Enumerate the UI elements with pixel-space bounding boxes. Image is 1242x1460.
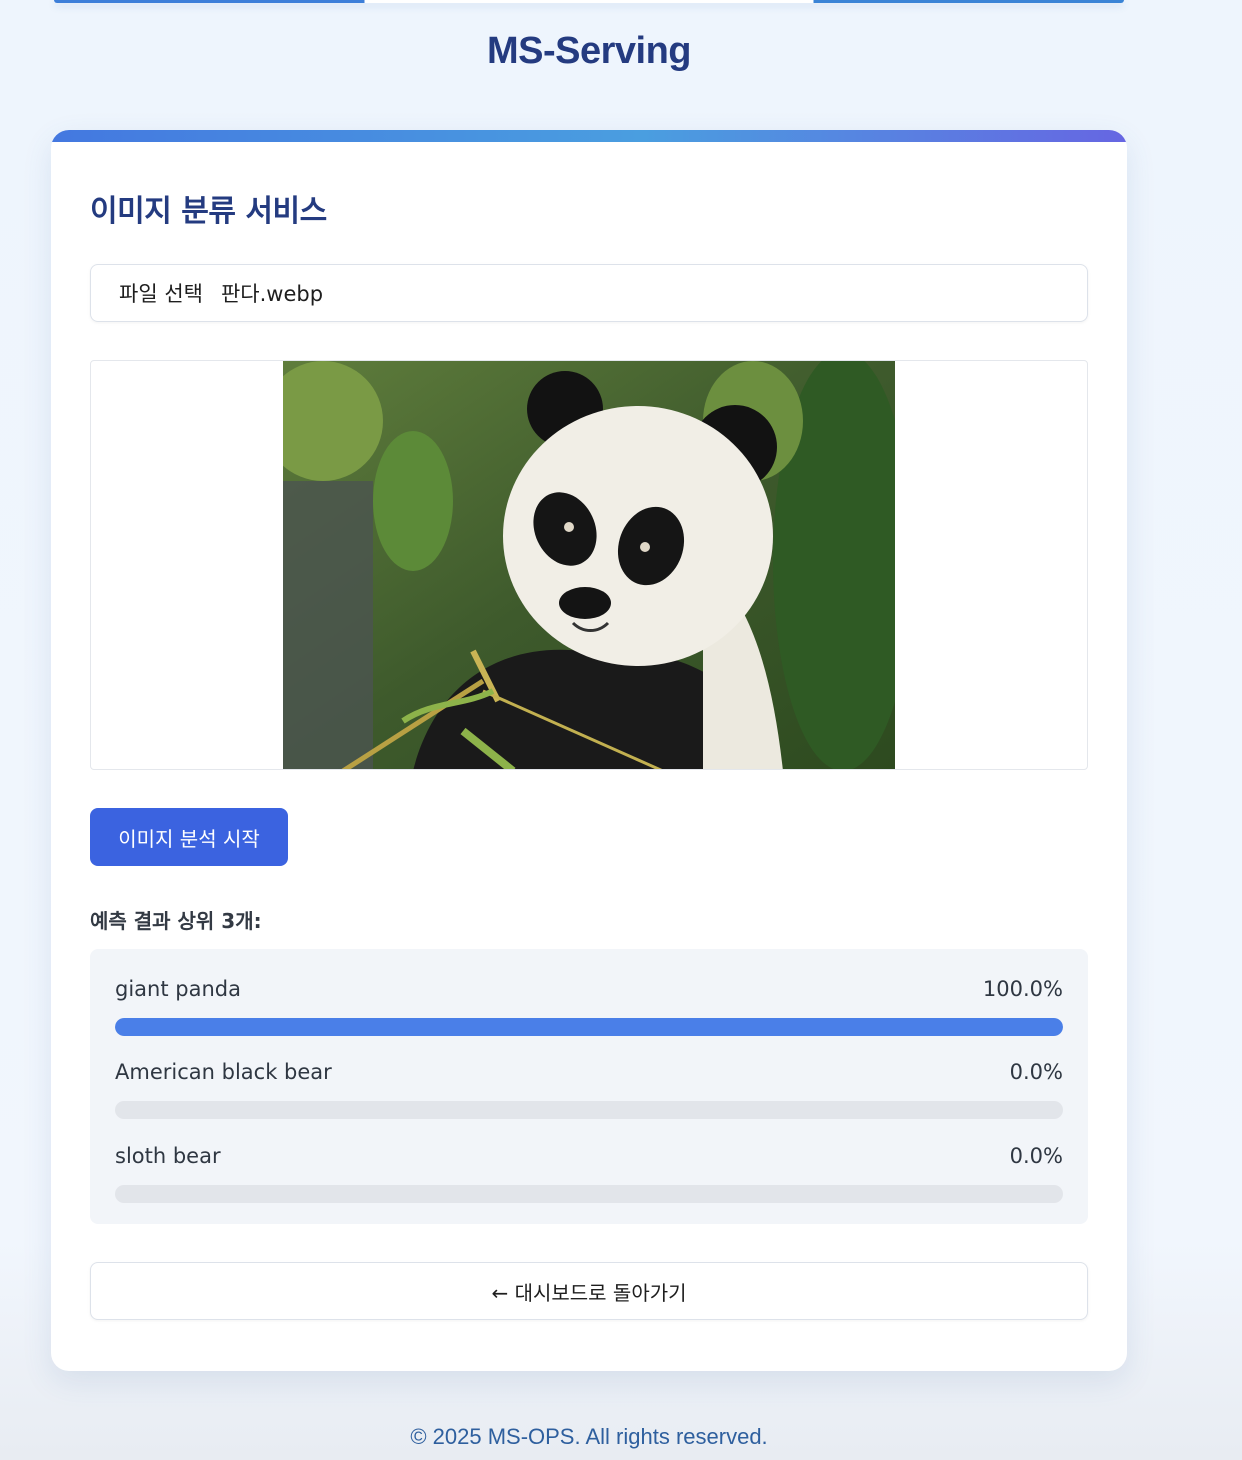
prediction-progress-fill — [115, 1018, 1063, 1036]
prediction-percent: 100.0% — [982, 977, 1063, 1001]
card-title: 이미지 분류 서비스 — [90, 194, 327, 229]
results-label: 예측 결과 상위 3개: — [90, 909, 262, 933]
prediction-item: giant panda 100.0% — [115, 974, 1063, 1036]
top-accent-bar — [54, 0, 1124, 3]
prediction-progress-track — [115, 1101, 1063, 1119]
prediction-item: sloth bear 0.0% — [115, 1141, 1063, 1203]
prediction-percent: 0.0% — [1009, 1060, 1063, 1084]
footer-copyright: © 2025 MS-OPS. All rights reserved. — [410, 1424, 768, 1449]
image-preview — [90, 360, 1088, 770]
file-select-button[interactable]: 파일 선택 — [119, 278, 203, 308]
back-to-dashboard-button[interactable]: ← 대시보드로 돌아가기 — [90, 1262, 1088, 1320]
prediction-percent: 0.0% — [1009, 1144, 1063, 1168]
prediction-label: giant panda — [115, 977, 241, 1001]
prediction-label: American black bear — [115, 1060, 332, 1084]
analyze-button[interactable]: 이미지 분석 시작 — [90, 808, 288, 866]
prediction-progress-track — [115, 1185, 1063, 1203]
results-panel: giant panda 100.0% American black bear 0… — [90, 949, 1088, 1224]
classification-card: 이미지 분류 서비스 파일 선택 판다.webp 이미지 분석 시작 예측 결과… — [51, 130, 1127, 1371]
file-input[interactable]: 파일 선택 판다.webp — [90, 264, 1088, 322]
panda-image — [283, 361, 895, 769]
prediction-label: sloth bear — [115, 1144, 221, 1168]
file-name: 판다.webp — [220, 282, 324, 306]
prediction-item: American black bear 0.0% — [115, 1057, 1063, 1119]
card-accent-bar — [51, 130, 1127, 142]
app-title: MS-Serving — [486, 30, 692, 72]
prediction-progress-track — [115, 1018, 1063, 1036]
